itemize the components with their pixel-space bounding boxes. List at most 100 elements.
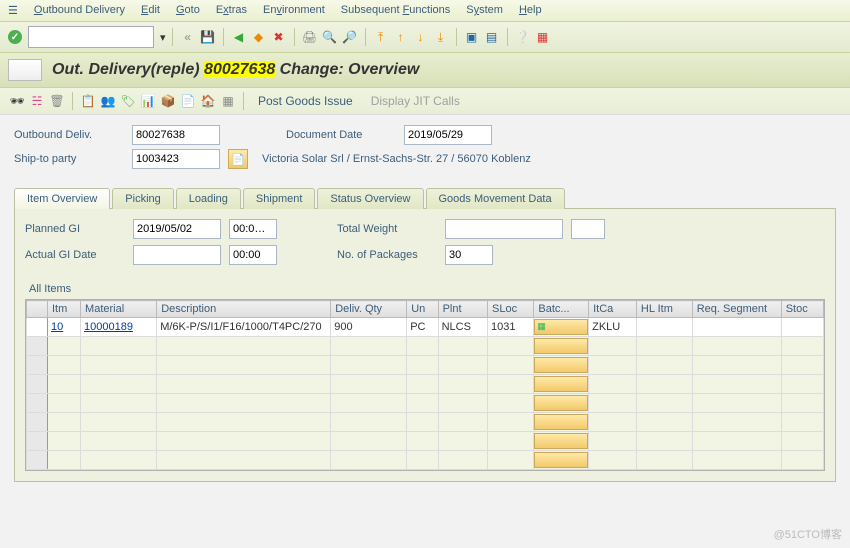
prev-icon[interactable]: ↑ bbox=[392, 28, 410, 46]
menu-edit[interactable]: Edit bbox=[141, 4, 160, 17]
col-desc[interactable]: Description bbox=[157, 301, 331, 318]
tab-status[interactable]: Status Overview bbox=[317, 188, 423, 209]
col-hl[interactable]: HL Itm bbox=[636, 301, 692, 318]
menu-bar: ☰ OOutbound Deliveryutbound Delivery Edi… bbox=[0, 0, 850, 22]
outdeliv-label: Outbound Deliv. bbox=[14, 129, 124, 141]
pkg-label: No. of Packages bbox=[337, 249, 437, 261]
actual-time-input[interactable] bbox=[229, 245, 277, 265]
table-row bbox=[27, 432, 824, 451]
display-icon[interactable]: 🕶 bbox=[8, 92, 26, 110]
batch-button[interactable] bbox=[534, 433, 588, 449]
batch-button[interactable] bbox=[534, 452, 588, 468]
col-plnt[interactable]: Plnt bbox=[438, 301, 487, 318]
last-icon[interactable]: ⤓ bbox=[432, 28, 450, 46]
cell-desc: M/6K-P/S/I1/F16/1000/T4PC/270 bbox=[157, 318, 331, 337]
allitems-label: All Items bbox=[29, 283, 825, 295]
tb-d-icon[interactable]: 📊 bbox=[139, 92, 157, 110]
tab-item-overview[interactable]: Item Overview bbox=[14, 188, 110, 209]
content-area: Outbound Deliv. Document Date Ship-to pa… bbox=[0, 115, 850, 492]
pkg-input[interactable] bbox=[445, 245, 493, 265]
menu-toggle-icon[interactable]: ☰ bbox=[8, 4, 18, 17]
back-icon[interactable]: « bbox=[179, 28, 197, 46]
tb-h-icon[interactable]: ▦ bbox=[219, 92, 237, 110]
print-icon[interactable]: 🖨 bbox=[301, 28, 319, 46]
docdate-input[interactable] bbox=[404, 125, 492, 145]
col-un[interactable]: Un bbox=[407, 301, 438, 318]
items-grid[interactable]: Itm Material Description Deliv. Qty Un P… bbox=[25, 299, 825, 471]
tw-label: Total Weight bbox=[337, 223, 437, 235]
system-toolbar: ✓ ▾ « 💾 ◀ ◆ ✖ 🖨 🔍 🔎 ⤒ ↑ ↓ ⤓ ▣ ▤ ❔ ▦ bbox=[0, 22, 850, 53]
cancel-icon[interactable]: ✖ bbox=[270, 28, 288, 46]
menu-subfn[interactable]: Subsequent Functions bbox=[341, 4, 451, 17]
cell-mat[interactable]: 10000189 bbox=[84, 321, 133, 333]
cell-sloc: 1031 bbox=[488, 318, 534, 337]
col-qty[interactable]: Deliv. Qty bbox=[331, 301, 407, 318]
col-batc[interactable]: Batc... bbox=[534, 301, 589, 318]
session-icon[interactable]: ▣ bbox=[463, 28, 481, 46]
table-row bbox=[27, 451, 824, 470]
actual-label: Actual GI Date bbox=[25, 249, 125, 261]
layout-icon[interactable]: ▦ bbox=[534, 28, 552, 46]
tab-loading[interactable]: Loading bbox=[176, 188, 241, 209]
pgi-button[interactable]: Post Goods Issue bbox=[250, 94, 361, 108]
title-icon bbox=[8, 59, 42, 81]
menu-system[interactable]: System bbox=[466, 4, 503, 17]
save-icon[interactable]: 💾 bbox=[199, 28, 217, 46]
page-title: Out. Delivery(reple) 80027638 Change: Ov… bbox=[52, 61, 419, 79]
headerdet-icon[interactable]: ☵ bbox=[28, 92, 46, 110]
col-stoc[interactable]: Stoc bbox=[781, 301, 823, 318]
tab-picking[interactable]: Picking bbox=[112, 188, 173, 209]
batch-button[interactable] bbox=[534, 414, 588, 430]
tw-unit-input[interactable] bbox=[571, 219, 605, 239]
app-toolbar: 🕶 ☵ 🗑 📋 👥 🏷 📊 📦 📄 🏠 ▦ Post Goods Issue D… bbox=[0, 88, 850, 115]
menu-help[interactable]: Help bbox=[519, 4, 542, 17]
delete-icon[interactable]: 🗑 bbox=[48, 92, 66, 110]
tb-g-icon[interactable]: 🏠 bbox=[199, 92, 217, 110]
batch-button[interactable] bbox=[534, 338, 588, 354]
command-field[interactable] bbox=[28, 26, 154, 48]
tb-a-icon[interactable]: 📋 bbox=[79, 92, 97, 110]
exit-icon[interactable]: ◆ bbox=[250, 28, 268, 46]
tb-e-icon[interactable]: 📦 bbox=[159, 92, 177, 110]
tab-shipment[interactable]: Shipment bbox=[243, 188, 315, 209]
col-sloc[interactable]: SLoc bbox=[488, 301, 534, 318]
cell-plnt: NLCS bbox=[438, 318, 487, 337]
find-icon[interactable]: 🔍 bbox=[321, 28, 339, 46]
title-bar: Out. Delivery(reple) 80027638 Change: Ov… bbox=[0, 53, 850, 88]
cell-qty[interactable]: 900 bbox=[331, 318, 407, 337]
dropdown-icon[interactable]: ▾ bbox=[160, 31, 166, 44]
col-itca[interactable]: ItCa bbox=[589, 301, 637, 318]
tab-gmd[interactable]: Goods Movement Data bbox=[426, 188, 565, 209]
batch-button[interactable] bbox=[534, 319, 588, 335]
planned-date-input[interactable] bbox=[133, 219, 221, 239]
batch-button[interactable] bbox=[534, 357, 588, 373]
table-row[interactable]: 10 10000189 M/6K-P/S/I1/F16/1000/T4PC/27… bbox=[27, 318, 824, 337]
col-req[interactable]: Req. Segment bbox=[692, 301, 781, 318]
tb-f-icon[interactable]: 📄 bbox=[179, 92, 197, 110]
cell-itm[interactable]: 10 bbox=[51, 321, 63, 333]
next-icon[interactable]: ↓ bbox=[412, 28, 430, 46]
shortcut-icon[interactable]: ▤ bbox=[483, 28, 501, 46]
shipto-input[interactable] bbox=[132, 149, 220, 169]
col-mat[interactable]: Material bbox=[81, 301, 157, 318]
menu-goto[interactable]: Goto bbox=[176, 4, 200, 17]
menu-environment[interactable]: Environment bbox=[263, 4, 325, 17]
tb-c-icon[interactable]: 🏷 bbox=[119, 92, 137, 110]
shipto-doc-icon[interactable]: 📄 bbox=[228, 149, 248, 169]
menu-outbound[interactable]: OOutbound Deliveryutbound Delivery bbox=[34, 4, 125, 17]
tb-b-icon[interactable]: 👥 bbox=[99, 92, 117, 110]
menu-extras[interactable]: Extras bbox=[216, 4, 247, 17]
table-row bbox=[27, 413, 824, 432]
planned-time-input[interactable] bbox=[229, 219, 277, 239]
findnext-icon[interactable]: 🔎 bbox=[341, 28, 359, 46]
tw-input[interactable] bbox=[445, 219, 563, 239]
col-itm[interactable]: Itm bbox=[48, 301, 81, 318]
enter-icon[interactable]: ✓ bbox=[8, 30, 22, 44]
first-icon[interactable]: ⤒ bbox=[372, 28, 390, 46]
back2-icon[interactable]: ◀ bbox=[230, 28, 248, 46]
batch-button[interactable] bbox=[534, 395, 588, 411]
batch-button[interactable] bbox=[534, 376, 588, 392]
help-icon[interactable]: ❔ bbox=[514, 28, 532, 46]
actual-date-input[interactable] bbox=[133, 245, 221, 265]
outdeliv-input[interactable] bbox=[132, 125, 220, 145]
